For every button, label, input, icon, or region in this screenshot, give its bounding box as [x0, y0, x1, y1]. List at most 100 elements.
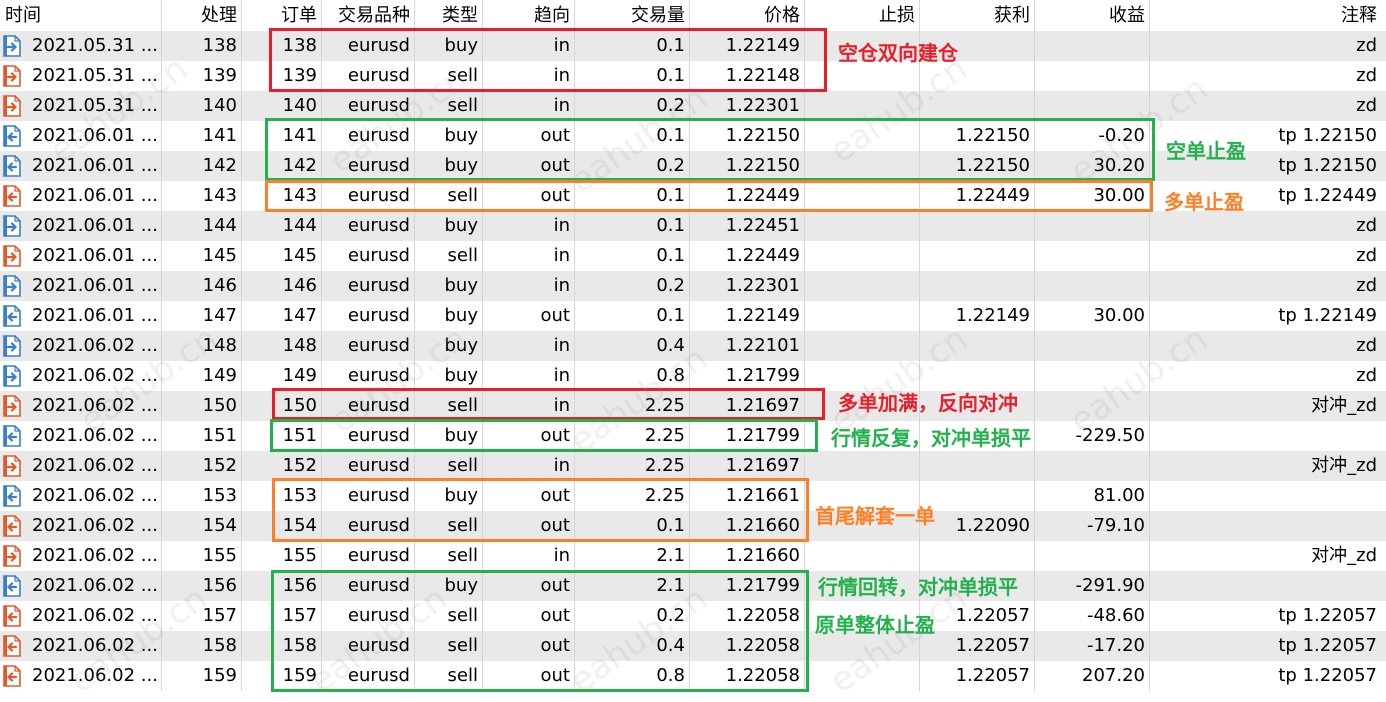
take-profit-cell: 1.22057 — [920, 631, 1035, 661]
table-row[interactable]: 2021.06.01 ... 145 145 eurusd sell in 0.1 1.224… — [0, 241, 1386, 271]
order-cell: 140 — [242, 91, 322, 121]
order-cell: 152 — [242, 451, 322, 481]
direction-cell: in — [483, 91, 575, 121]
volume-cell: 0.4 — [575, 331, 690, 361]
deal-cell: 139 — [162, 61, 242, 91]
take-profit-cell — [920, 271, 1035, 301]
table-row[interactable]: 2021.06.02 ... 152 152 eurusd sell in 2.25 1.21… — [0, 451, 1386, 481]
table-row[interactable]: 2021.06.02 ... 149 149 eurusd buy in 0.8 1.2179… — [0, 361, 1386, 391]
type-cell: buy — [415, 211, 483, 241]
annotation-label-hedge-loss-1: 行情反复，对冲单损平 — [831, 426, 1031, 450]
col-header-price[interactable]: 价格 — [690, 0, 805, 31]
deal-cell: 157 — [162, 601, 242, 631]
deal-cell: 142 — [162, 151, 242, 181]
time-cell: 2021.06.02 ... — [0, 661, 162, 691]
symbol-cell: eurusd — [322, 451, 415, 481]
profit-cell: -79.10 — [1035, 511, 1150, 541]
volume-cell: 0.1 — [575, 211, 690, 241]
deal-cell: 150 — [162, 391, 242, 421]
profit-cell — [1035, 31, 1150, 61]
time-cell: 2021.05.31 ... — [0, 91, 162, 121]
col-header-direction[interactable]: 趋向 — [483, 0, 575, 31]
col-header-deal[interactable]: 处理 — [162, 0, 242, 31]
type-cell: sell — [415, 241, 483, 271]
volume-cell: 0.1 — [575, 301, 690, 331]
take-profit-cell — [920, 451, 1035, 481]
deal-cell: 141 — [162, 121, 242, 151]
deal-cell: 149 — [162, 361, 242, 391]
profit-cell — [1035, 211, 1150, 241]
col-header-time[interactable]: 时间 — [0, 0, 162, 31]
col-header-symbol[interactable]: 交易品种 — [322, 0, 415, 31]
order-cell: 146 — [242, 271, 322, 301]
col-header-comment[interactable]: 注释 — [1150, 0, 1386, 31]
stop-loss-cell — [805, 211, 920, 241]
price-cell: 1.21799 — [690, 361, 805, 391]
stop-loss-cell — [805, 661, 920, 691]
col-header-take-profit[interactable]: 获利 — [920, 0, 1035, 31]
comment-cell: tp 1.22149 — [1278, 305, 1377, 326]
take-profit-cell: 1.22090 — [920, 511, 1035, 541]
direction-cell: in — [483, 241, 575, 271]
table-row[interactable]: 2021.05.31 ... 140 140 eurusd sell in 0.2 1.223… — [0, 91, 1386, 121]
comment-cell: zd — [1356, 35, 1377, 56]
profit-cell — [1035, 271, 1150, 301]
annotation-label-long-tp: 多单止盈 — [1164, 190, 1244, 214]
deal-cell: 140 — [162, 91, 242, 121]
symbol-cell: eurusd — [322, 211, 415, 241]
direction-cell: in — [483, 361, 575, 391]
time-cell: 2021.06.02 ... — [0, 631, 162, 661]
deal-cell: 144 — [162, 211, 242, 241]
table-row[interactable]: 2021.06.01 ... 144 144 eurusd buy in 0.1 1.2245… — [0, 211, 1386, 241]
type-cell: sell — [415, 541, 483, 571]
time-cell: 2021.06.01 ... — [0, 271, 162, 301]
table-row[interactable]: 2021.06.01 ... 147 147 eurusd buy out 0.1 1.221… — [0, 301, 1386, 331]
annotation-box-green-3 — [271, 570, 809, 692]
deal-cell: 153 — [162, 481, 242, 511]
comment-cell: 对冲_zd — [1311, 395, 1377, 416]
volume-cell: 0.2 — [575, 271, 690, 301]
stop-loss-cell — [805, 541, 920, 571]
direction-cell: out — [483, 301, 575, 331]
comment-cell: zd — [1356, 275, 1377, 296]
profit-cell: -17.20 — [1035, 631, 1150, 661]
stop-loss-cell — [805, 331, 920, 361]
profit-cell: -229.50 — [1035, 421, 1150, 451]
take-profit-cell: 1.22057 — [920, 601, 1035, 631]
table-row[interactable]: 2021.06.01 ... 146 146 eurusd buy in 0.2 1.2230… — [0, 271, 1386, 301]
deal-cell: 138 — [162, 31, 242, 61]
time-cell: 2021.06.02 ... — [0, 541, 162, 571]
table-row[interactable]: 2021.06.02 ... 155 155 eurusd sell in 2.1 1.216… — [0, 541, 1386, 571]
profit-cell: -48.60 — [1035, 601, 1150, 631]
take-profit-cell — [920, 211, 1035, 241]
type-cell: sell — [415, 451, 483, 481]
table-header-row: 时间 处理 订单 交易品种 类型 趋向 交易量 价格 止损 获利 收益 注释 — [0, 0, 1386, 31]
col-header-stop-loss[interactable]: 止损 — [805, 0, 920, 31]
price-cell: 1.22149 — [690, 301, 805, 331]
col-header-order[interactable]: 订单 — [242, 0, 322, 31]
take-profit-cell — [920, 331, 1035, 361]
volume-cell: 0.1 — [575, 241, 690, 271]
deal-cell: 158 — [162, 631, 242, 661]
time-cell: 2021.06.01 ... — [0, 121, 162, 151]
stop-loss-cell — [805, 271, 920, 301]
profit-cell — [1035, 241, 1150, 271]
direction-cell: in — [483, 271, 575, 301]
price-cell: 1.22449 — [690, 241, 805, 271]
comment-cell: tp 1.22057 — [1278, 605, 1377, 626]
time-cell: 2021.06.02 ... — [0, 361, 162, 391]
col-header-type[interactable]: 类型 — [415, 0, 483, 31]
profit-cell — [1035, 61, 1150, 91]
stop-loss-cell — [805, 241, 920, 271]
col-header-profit[interactable]: 收益 — [1035, 0, 1150, 31]
table-row[interactable]: 2021.06.02 ... 148 148 eurusd buy in 0.4 1.2210… — [0, 331, 1386, 361]
time-cell: 2021.06.01 ... — [0, 241, 162, 271]
col-header-volume[interactable]: 交易量 — [575, 0, 690, 31]
annotation-box-green-2 — [270, 419, 818, 452]
symbol-cell: eurusd — [322, 331, 415, 361]
price-cell: 1.22451 — [690, 211, 805, 241]
order-cell: 155 — [242, 541, 322, 571]
order-cell: 149 — [242, 361, 322, 391]
comment-cell — [1150, 511, 1386, 541]
time-cell: 2021.06.02 ... — [0, 391, 162, 421]
